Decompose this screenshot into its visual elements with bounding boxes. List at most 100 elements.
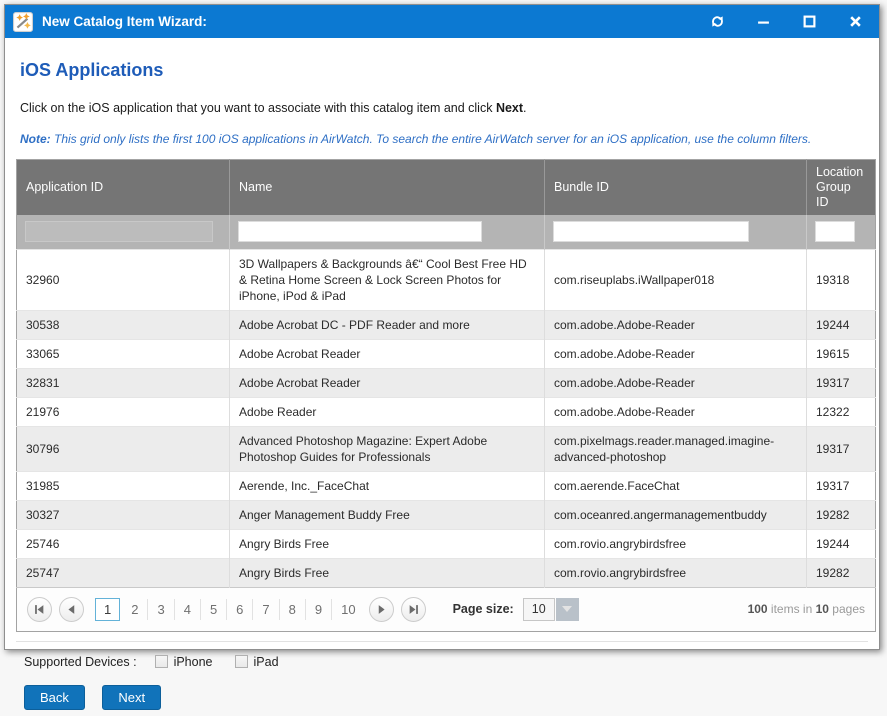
filter-cell-application-id bbox=[17, 215, 230, 249]
grid-filter-row bbox=[17, 215, 876, 249]
note-text: Note: This grid only lists the first 100… bbox=[20, 132, 868, 146]
pages-count: 10 bbox=[816, 602, 829, 616]
iphone-checkbox-label: iPhone bbox=[174, 655, 213, 669]
cell-bundle-id: com.rovio.angrybirdsfree bbox=[545, 529, 807, 558]
minimize-icon[interactable] bbox=[753, 12, 773, 32]
page-number-button[interactable]: 3 bbox=[148, 599, 174, 620]
cell-name: Advanced Photoshop Magazine: Expert Adob… bbox=[230, 426, 545, 471]
ipad-checkbox-item[interactable]: iPad bbox=[235, 655, 279, 669]
instruction-suffix: . bbox=[523, 101, 526, 115]
table-row[interactable]: 30327Anger Management Buddy Freecom.ocea… bbox=[17, 500, 876, 529]
close-icon[interactable] bbox=[845, 12, 865, 32]
cell-bundle-id: com.adobe.Adobe-Reader bbox=[545, 368, 807, 397]
page-size-select[interactable]: 10 bbox=[523, 598, 555, 621]
cell-location-group-id: 19244 bbox=[807, 529, 876, 558]
page-number-button[interactable]: 2 bbox=[122, 599, 148, 620]
table-row[interactable]: 25747Angry Birds Freecom.rovio.angrybird… bbox=[17, 558, 876, 587]
iphone-checkbox[interactable] bbox=[155, 655, 168, 668]
next-button[interactable]: Next bbox=[102, 685, 161, 710]
column-header[interactable]: Bundle ID bbox=[545, 160, 807, 216]
cell-bundle-id: com.pixelmags.reader.managed.imagine-adv… bbox=[545, 426, 807, 471]
page-number-button[interactable]: 10 bbox=[332, 599, 364, 620]
pager-bar: 12345678910 Page size: 10 bbox=[17, 587, 876, 631]
ipad-checkbox[interactable] bbox=[235, 655, 248, 668]
column-header[interactable]: Location Group ID bbox=[807, 160, 876, 216]
window-title: New Catalog Item Wizard: bbox=[42, 14, 681, 29]
page-number-button[interactable]: 1 bbox=[95, 598, 120, 621]
cell-location-group-id: 19317 bbox=[807, 426, 876, 471]
cell-bundle-id: com.adobe.Adobe-Reader bbox=[545, 339, 807, 368]
cell-name: Adobe Acrobat Reader bbox=[230, 368, 545, 397]
cell-location-group-id: 19615 bbox=[807, 339, 876, 368]
cell-bundle-id: com.oceanred.angermanagementbuddy bbox=[545, 500, 807, 529]
column-header[interactable]: Name bbox=[230, 160, 545, 216]
page-number-button[interactable]: 4 bbox=[175, 599, 201, 620]
maximize-icon[interactable] bbox=[799, 12, 819, 32]
table-row[interactable]: 32831Adobe Acrobat Readercom.adobe.Adobe… bbox=[17, 368, 876, 397]
cell-bundle-id: com.rovio.angrybirdsfree bbox=[545, 558, 807, 587]
filter-application-id-input[interactable] bbox=[25, 221, 213, 242]
supported-devices-label: Supported Devices : bbox=[24, 655, 137, 669]
cell-application-id: 30538 bbox=[17, 310, 230, 339]
page-title: iOS Applications bbox=[20, 60, 868, 81]
table-row[interactable]: 31985Aerende, Inc._FaceChatcom.aerende.F… bbox=[17, 471, 876, 500]
grid-header-row: Application IDNameBundle IDLocation Grou… bbox=[17, 160, 876, 216]
grid-body: 329603D Wallpapers & Backgrounds â€“ Coo… bbox=[17, 249, 876, 587]
cell-bundle-id: com.adobe.Adobe-Reader bbox=[545, 397, 807, 426]
filter-cell-name bbox=[230, 215, 545, 249]
supported-devices-row: Supported Devices : iPhone iPad bbox=[16, 642, 868, 679]
cell-name: Aerende, Inc._FaceChat bbox=[230, 471, 545, 500]
page-number-button[interactable]: 8 bbox=[280, 599, 306, 620]
iphone-checkbox-item[interactable]: iPhone bbox=[155, 655, 213, 669]
table-row[interactable]: 21976Adobe Readercom.adobe.Adobe-Reader1… bbox=[17, 397, 876, 426]
action-buttons: Back Next bbox=[16, 679, 868, 716]
filter-name-input[interactable] bbox=[238, 221, 482, 242]
table-row[interactable]: 30538Adobe Acrobat DC - PDF Reader and m… bbox=[17, 310, 876, 339]
ipad-checkbox-label: iPad bbox=[254, 655, 279, 669]
cell-name: 3D Wallpapers & Backgrounds â€“ Cool Bes… bbox=[230, 249, 545, 310]
instruction-text: Click on the iOS application that you wa… bbox=[20, 101, 868, 115]
cell-name: Adobe Acrobat Reader bbox=[230, 339, 545, 368]
table-row[interactable]: 25746Angry Birds Freecom.rovio.angrybird… bbox=[17, 529, 876, 558]
wizard-app-icon bbox=[13, 12, 33, 32]
last-page-icon[interactable] bbox=[401, 597, 426, 622]
column-header[interactable]: Application ID bbox=[17, 160, 230, 216]
cell-location-group-id: 19282 bbox=[807, 558, 876, 587]
cell-application-id: 21976 bbox=[17, 397, 230, 426]
cell-name: Angry Birds Free bbox=[230, 558, 545, 587]
page-size-dropdown-arrow-icon[interactable] bbox=[556, 598, 579, 621]
next-page-icon[interactable] bbox=[369, 597, 394, 622]
filter-bundle-id-input[interactable] bbox=[553, 221, 749, 242]
page-number-button[interactable]: 5 bbox=[201, 599, 227, 620]
previous-page-icon[interactable] bbox=[59, 597, 84, 622]
cell-location-group-id: 19317 bbox=[807, 471, 876, 500]
cell-location-group-id: 19318 bbox=[807, 249, 876, 310]
cell-application-id: 30796 bbox=[17, 426, 230, 471]
cell-application-id: 25747 bbox=[17, 558, 230, 587]
table-row[interactable]: 329603D Wallpapers & Backgrounds â€“ Coo… bbox=[17, 249, 876, 310]
page-number-button[interactable]: 7 bbox=[253, 599, 279, 620]
table-row[interactable]: 33065Adobe Acrobat Readercom.adobe.Adobe… bbox=[17, 339, 876, 368]
pages-text: pages bbox=[829, 602, 865, 616]
cell-bundle-id: com.adobe.Adobe-Reader bbox=[545, 310, 807, 339]
cell-location-group-id: 19317 bbox=[807, 368, 876, 397]
note-body: This grid only lists the first 100 iOS a… bbox=[51, 132, 812, 146]
back-button[interactable]: Back bbox=[24, 685, 85, 710]
filter-cell-location-group-id bbox=[807, 215, 876, 249]
page-number-button[interactable]: 6 bbox=[227, 599, 253, 620]
applications-grid: Application IDNameBundle IDLocation Grou… bbox=[16, 159, 876, 632]
cell-application-id: 25746 bbox=[17, 529, 230, 558]
filter-location-group-id-input[interactable] bbox=[815, 221, 855, 242]
refresh-icon[interactable] bbox=[707, 12, 727, 32]
cell-application-id: 31985 bbox=[17, 471, 230, 500]
titlebar: New Catalog Item Wizard: bbox=[5, 5, 879, 38]
page-number-button[interactable]: 9 bbox=[306, 599, 332, 620]
instruction-next-word: Next bbox=[496, 101, 523, 115]
page-number-list: 12345678910 bbox=[95, 598, 365, 621]
cell-name: Anger Management Buddy Free bbox=[230, 500, 545, 529]
first-page-icon[interactable] bbox=[27, 597, 52, 622]
page-size-label: Page size: bbox=[453, 602, 514, 616]
items-summary: 100 items in 10 pages bbox=[748, 602, 865, 616]
table-row[interactable]: 30796Advanced Photoshop Magazine: Expert… bbox=[17, 426, 876, 471]
cell-name: Angry Birds Free bbox=[230, 529, 545, 558]
